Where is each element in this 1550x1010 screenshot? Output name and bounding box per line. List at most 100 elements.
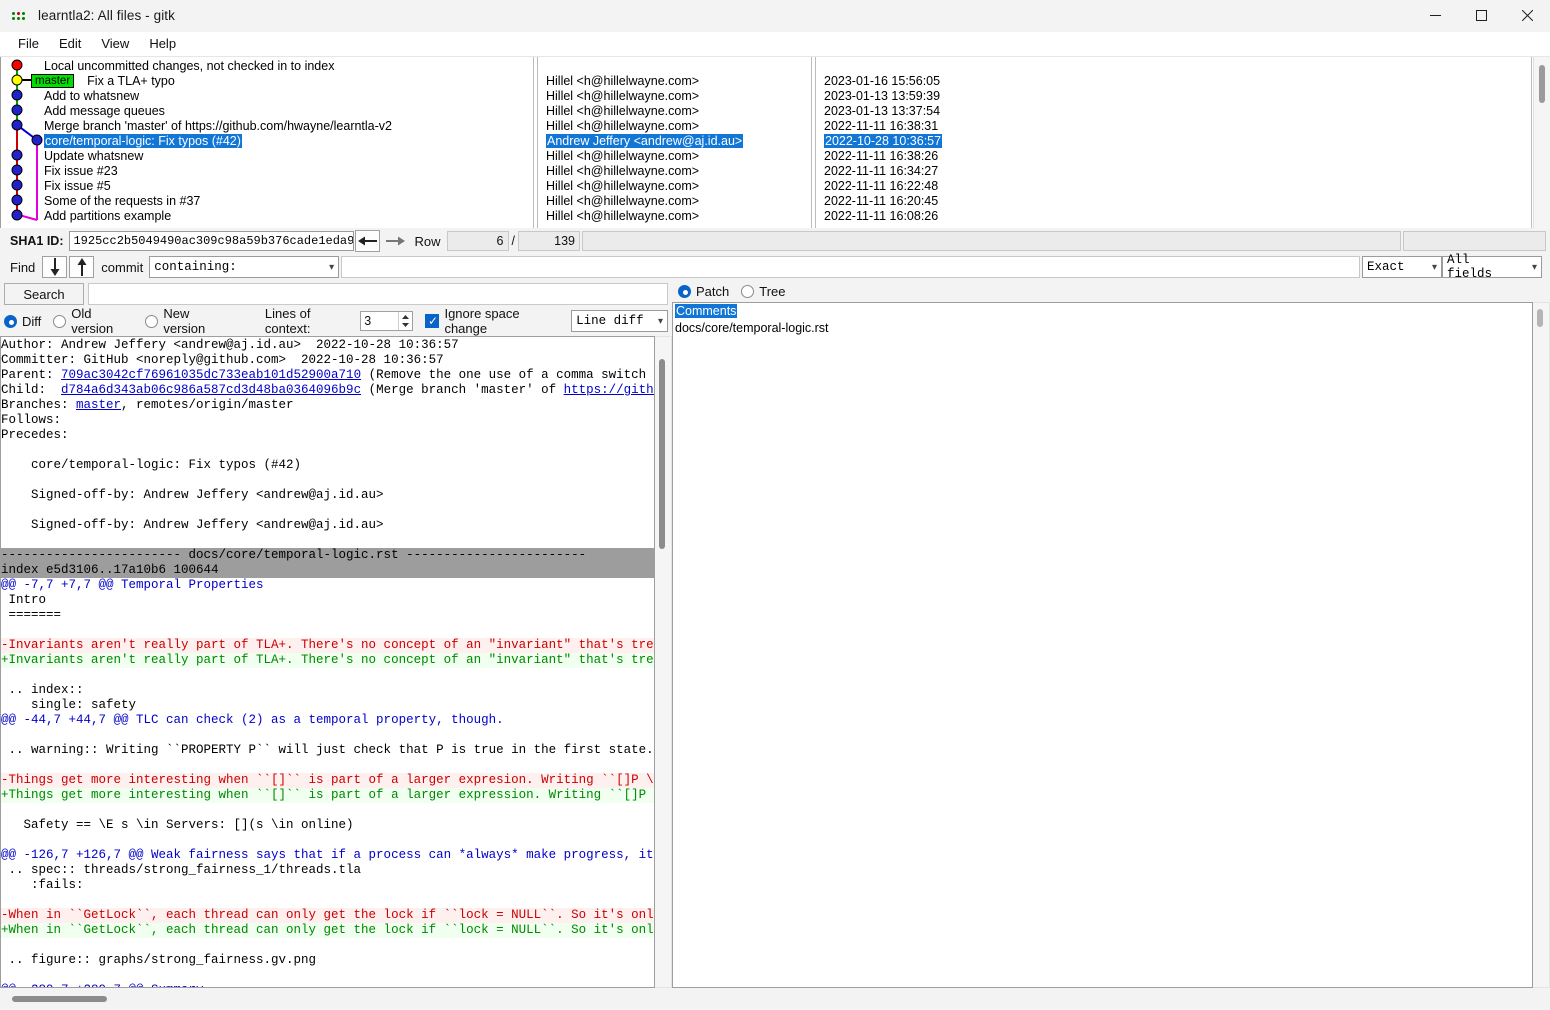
arrow-up-icon[interactable] bbox=[69, 256, 94, 278]
file-list-item-comments[interactable]: Comments bbox=[673, 303, 1532, 320]
diff-line-hdr: Child: d784a6d343ab06c986a587cd3d48ba036… bbox=[1, 383, 654, 398]
commit-link[interactable]: https://github.com bbox=[564, 383, 655, 397]
branch-ref-tag[interactable]: master bbox=[31, 74, 74, 88]
find-input[interactable] bbox=[341, 256, 1360, 278]
commit-summary: Fix issue #5 bbox=[44, 179, 111, 193]
commit-list-scrollbar[interactable] bbox=[1533, 57, 1550, 229]
scrollbar-thumb[interactable] bbox=[1537, 309, 1543, 327]
find-mode-select[interactable]: containing: ▾ bbox=[149, 256, 339, 278]
scrollbar-thumb[interactable] bbox=[659, 359, 665, 549]
lines-of-context-stepper[interactable]: 3 bbox=[360, 311, 413, 331]
commit-row[interactable]: Update whatsnew bbox=[1, 149, 533, 164]
commit-row[interactable]: Some of the requests in #37 bbox=[1, 194, 533, 209]
search-fields-select[interactable]: All fields ▾ bbox=[1442, 256, 1542, 278]
diff-text-pane[interactable]: Author: Andrew Jeffery <andrew@aj.id.au>… bbox=[0, 336, 655, 988]
minimize-button[interactable] bbox=[1412, 0, 1458, 32]
row-total-value: 139 bbox=[518, 231, 580, 251]
date-row: 2023-01-16 15:56:05 bbox=[816, 74, 1531, 89]
diff-style-select[interactable]: Line diff ▾ bbox=[571, 310, 668, 332]
commit-date-pane[interactable]: 2023-01-16 15:56:05 2023-01-13 13:59:39 … bbox=[815, 57, 1532, 228]
menu-help[interactable]: Help bbox=[139, 34, 186, 53]
commit-row[interactable]: Local uncommitted changes, not checked i… bbox=[1, 59, 533, 74]
stepper-arrows-icon[interactable] bbox=[398, 312, 412, 330]
row-current-value[interactable]: 6 bbox=[447, 231, 509, 251]
commit-date: 2023-01-13 13:37:54 bbox=[824, 104, 940, 118]
maximize-button[interactable] bbox=[1458, 0, 1504, 32]
scrollbar-thumb[interactable] bbox=[12, 996, 107, 1002]
author-name: Andrew Jeffery <andrew@aj.id.au> bbox=[546, 134, 743, 148]
author-name: Hillel <h@hillelwayne.com> bbox=[546, 89, 699, 103]
commit-link[interactable]: 709ac3042cf76961035dc733eab101d52900a710 bbox=[61, 368, 361, 382]
arrow-down-icon[interactable] bbox=[42, 256, 67, 278]
lines-of-context-value: 3 bbox=[364, 314, 371, 328]
menu-edit[interactable]: Edit bbox=[49, 34, 91, 53]
diff-text: , remotes/origin/master bbox=[121, 398, 294, 412]
find-bar: Find commit containing: ▾ Exact ▾ All fi… bbox=[0, 254, 1550, 280]
diff-line-filehdr: index e5d3106..17a10b6 100644 bbox=[1, 563, 654, 578]
file-list-column: Patch Tree Comments docs/core/temporal-l… bbox=[672, 280, 1550, 1010]
commit-row[interactable]: Fix issue #5 bbox=[1, 179, 533, 194]
commit-row-selected[interactable]: core/temporal-logic: Fix typos (#42) bbox=[1, 134, 533, 149]
diff-text: ------------------------ docs/core/tempo… bbox=[1, 548, 586, 562]
menu-file[interactable]: File bbox=[8, 34, 49, 53]
commit-row[interactable]: Merge branch 'master' of https://github.… bbox=[1, 119, 533, 134]
commit-row[interactable]: masterFix a TLA+ typo bbox=[1, 74, 533, 89]
radio-old-version-label: Old version bbox=[71, 306, 133, 336]
commit-graph-pane[interactable]: Local uncommitted changes, not checked i… bbox=[0, 57, 534, 228]
close-button[interactable] bbox=[1504, 0, 1550, 32]
radio-tree-label: Tree bbox=[759, 284, 785, 299]
diff-text: single: safety bbox=[1, 698, 136, 712]
date-row: 2022-11-11 16:34:27 bbox=[816, 164, 1531, 179]
commit-author-pane[interactable]: Hillel <h@hillelwayne.com> Hillel <h@hil… bbox=[537, 57, 812, 228]
commit-link[interactable]: d784a6d343ab06c986a587cd3d48ba0364096b9c bbox=[61, 383, 361, 397]
commit-date: 2022-11-11 16:20:45 bbox=[824, 194, 938, 208]
row-label: Row bbox=[408, 234, 446, 249]
diff-line-hdr bbox=[1, 803, 654, 818]
sha-id-input[interactable]: 1925cc2b5049490ac309c98a59b376cade1eda90 bbox=[69, 231, 354, 251]
commit-row[interactable]: Add partitions example bbox=[1, 209, 533, 224]
diff-line-hdr bbox=[1, 533, 654, 548]
scrollbar-thumb[interactable] bbox=[1539, 65, 1545, 103]
arrow-left-icon[interactable] bbox=[355, 230, 380, 252]
author-row: Hillel <h@hillelwayne.com> bbox=[538, 179, 811, 194]
author-name: Hillel <h@hillelwayne.com> bbox=[546, 164, 699, 178]
arrow-right-icon[interactable] bbox=[382, 230, 407, 252]
commit-summary: Add message queues bbox=[44, 104, 165, 118]
date-row: 2022-11-11 16:20:45 bbox=[816, 194, 1531, 209]
commit-row[interactable]: Fix issue #23 bbox=[1, 164, 533, 179]
author-name: Hillel <h@hillelwayne.com> bbox=[546, 194, 699, 208]
radio-patch[interactable] bbox=[678, 285, 691, 298]
date-row-selected: 2022-10-28 10:36:57 bbox=[816, 134, 1531, 149]
radio-diff[interactable] bbox=[4, 315, 17, 328]
commit-link[interactable]: master bbox=[76, 398, 121, 412]
match-type-select[interactable]: Exact ▾ bbox=[1362, 256, 1442, 278]
menu-bar: File Edit View Help bbox=[0, 32, 1550, 56]
diff-vertical-scrollbar[interactable] bbox=[655, 336, 672, 988]
menu-view[interactable]: View bbox=[91, 34, 139, 53]
radio-new-version[interactable] bbox=[145, 315, 158, 328]
sha-bar-right-spacer bbox=[1403, 231, 1546, 251]
file-list-inner: Comments docs/core/temporal-logic.rst bbox=[672, 302, 1550, 988]
search-input[interactable] bbox=[88, 283, 668, 305]
diff-horizontal-scrollbar[interactable] bbox=[0, 988, 672, 1010]
radio-tree[interactable] bbox=[741, 285, 754, 298]
file-list-pane[interactable]: Comments docs/core/temporal-logic.rst bbox=[672, 302, 1533, 988]
file-list-scrollbar[interactable] bbox=[1533, 302, 1550, 988]
file-list-item[interactable]: docs/core/temporal-logic.rst bbox=[673, 320, 1532, 337]
commit-row[interactable]: Add to whatsnew bbox=[1, 89, 533, 104]
sha-id-label: SHA1 ID: bbox=[4, 234, 69, 248]
chevron-down-icon: ▾ bbox=[1422, 262, 1437, 273]
commit-row[interactable]: Add message queues bbox=[1, 104, 533, 119]
author-list: Hillel <h@hillelwayne.com> Hillel <h@hil… bbox=[538, 57, 811, 224]
ignore-space-checkbox[interactable] bbox=[425, 314, 439, 328]
author-row: Hillel <h@hillelwayne.com> bbox=[538, 104, 811, 119]
search-button[interactable]: Search bbox=[4, 283, 84, 305]
radio-old-version[interactable] bbox=[53, 315, 66, 328]
date-row: 2022-11-11 16:38:31 bbox=[816, 119, 1531, 134]
chevron-down-icon: ▾ bbox=[648, 316, 663, 327]
diff-text: index e5d3106..17a10b6 100644 bbox=[1, 563, 219, 577]
commit-date: 2022-11-11 16:34:27 bbox=[824, 164, 938, 178]
date-list: 2023-01-16 15:56:05 2023-01-13 13:59:39 … bbox=[816, 57, 1531, 224]
diff-text: ======= bbox=[1, 608, 61, 622]
radio-diff-label: Diff bbox=[22, 314, 41, 329]
